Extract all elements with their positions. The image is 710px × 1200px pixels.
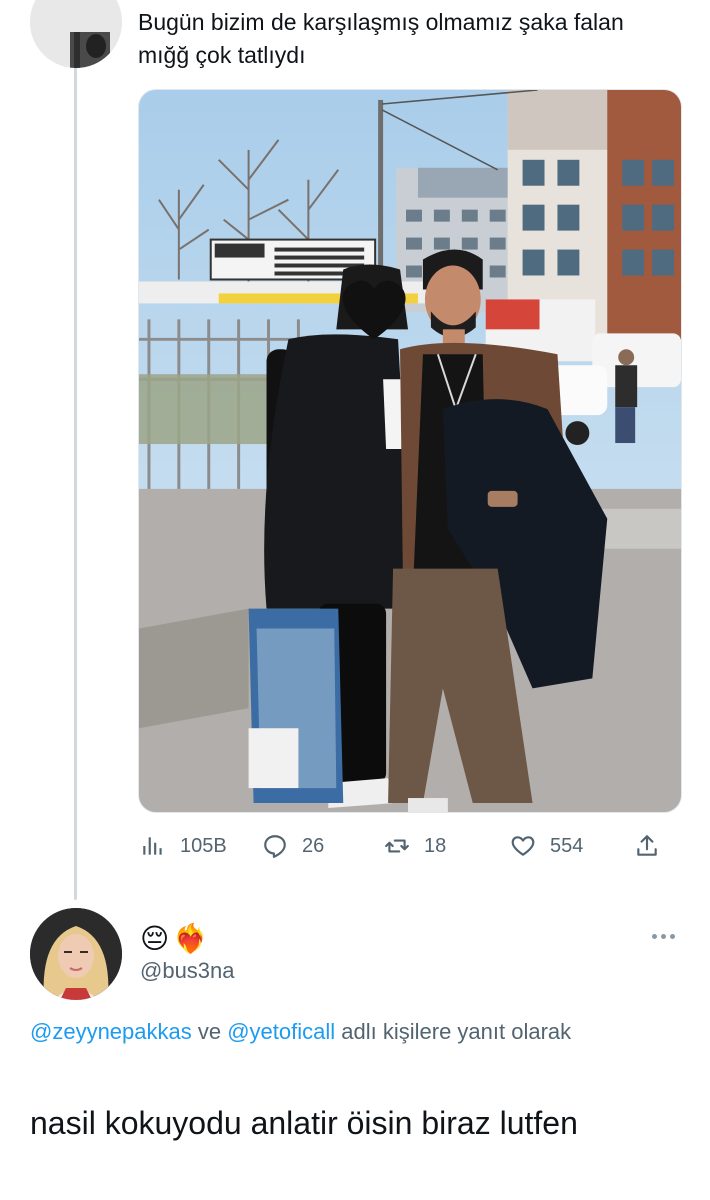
retweet-button[interactable]: 18 — [384, 826, 446, 866]
views-count: 105B — [180, 834, 227, 857]
replying-to: @zeyynepakkas ve @yetoficall adlı kişile… — [30, 1012, 680, 1052]
tweet-action-bar: 105B 26 18 554 — [138, 826, 682, 866]
like-count: 554 — [550, 834, 584, 857]
views-button[interactable]: 105B — [140, 826, 227, 866]
mention-link[interactable]: @zeyynepakkas — [30, 1019, 192, 1044]
reply-tweet-text: nasil kokuyodu anlatir öisin biraz lutfe… — [30, 1105, 578, 1141]
tweet-thread: Bugün bizim de karşılaşmış olmamız şaka … — [0, 0, 710, 1200]
more-options-icon[interactable] — [652, 928, 680, 944]
thread-line — [74, 66, 77, 900]
pensive-face-emoji: 😔 — [140, 923, 170, 954]
retweet-count: 18 — [424, 834, 447, 857]
mention-link[interactable]: @yetoficall — [227, 1019, 335, 1044]
like-button[interactable]: 554 — [510, 826, 583, 866]
replying-to-suffix: adlı kişilere yanıt olarak — [335, 1019, 572, 1044]
heart-icon — [511, 836, 535, 856]
reply-icon — [264, 835, 286, 858]
tweet-photo[interactable] — [138, 89, 682, 813]
avatar[interactable] — [30, 0, 122, 68]
avatar[interactable] — [30, 908, 122, 1000]
tweet-text: Bugün bizim de karşılaşmış olmamız şaka … — [138, 9, 624, 68]
views-icon — [143, 837, 162, 855]
display-name[interactable]: 😔 ❤️‍🔥 — [140, 922, 208, 956]
reply-count: 26 — [302, 834, 325, 857]
share-button[interactable] — [634, 826, 674, 866]
reply-button[interactable]: 26 — [262, 826, 324, 866]
replying-to-connector: ve — [191, 1019, 228, 1044]
heart-on-fire-emoji: ❤️‍🔥 — [173, 923, 209, 954]
user-handle[interactable]: @bus3na — [140, 958, 235, 984]
share-icon — [637, 835, 657, 856]
retweet-icon — [385, 839, 409, 853]
